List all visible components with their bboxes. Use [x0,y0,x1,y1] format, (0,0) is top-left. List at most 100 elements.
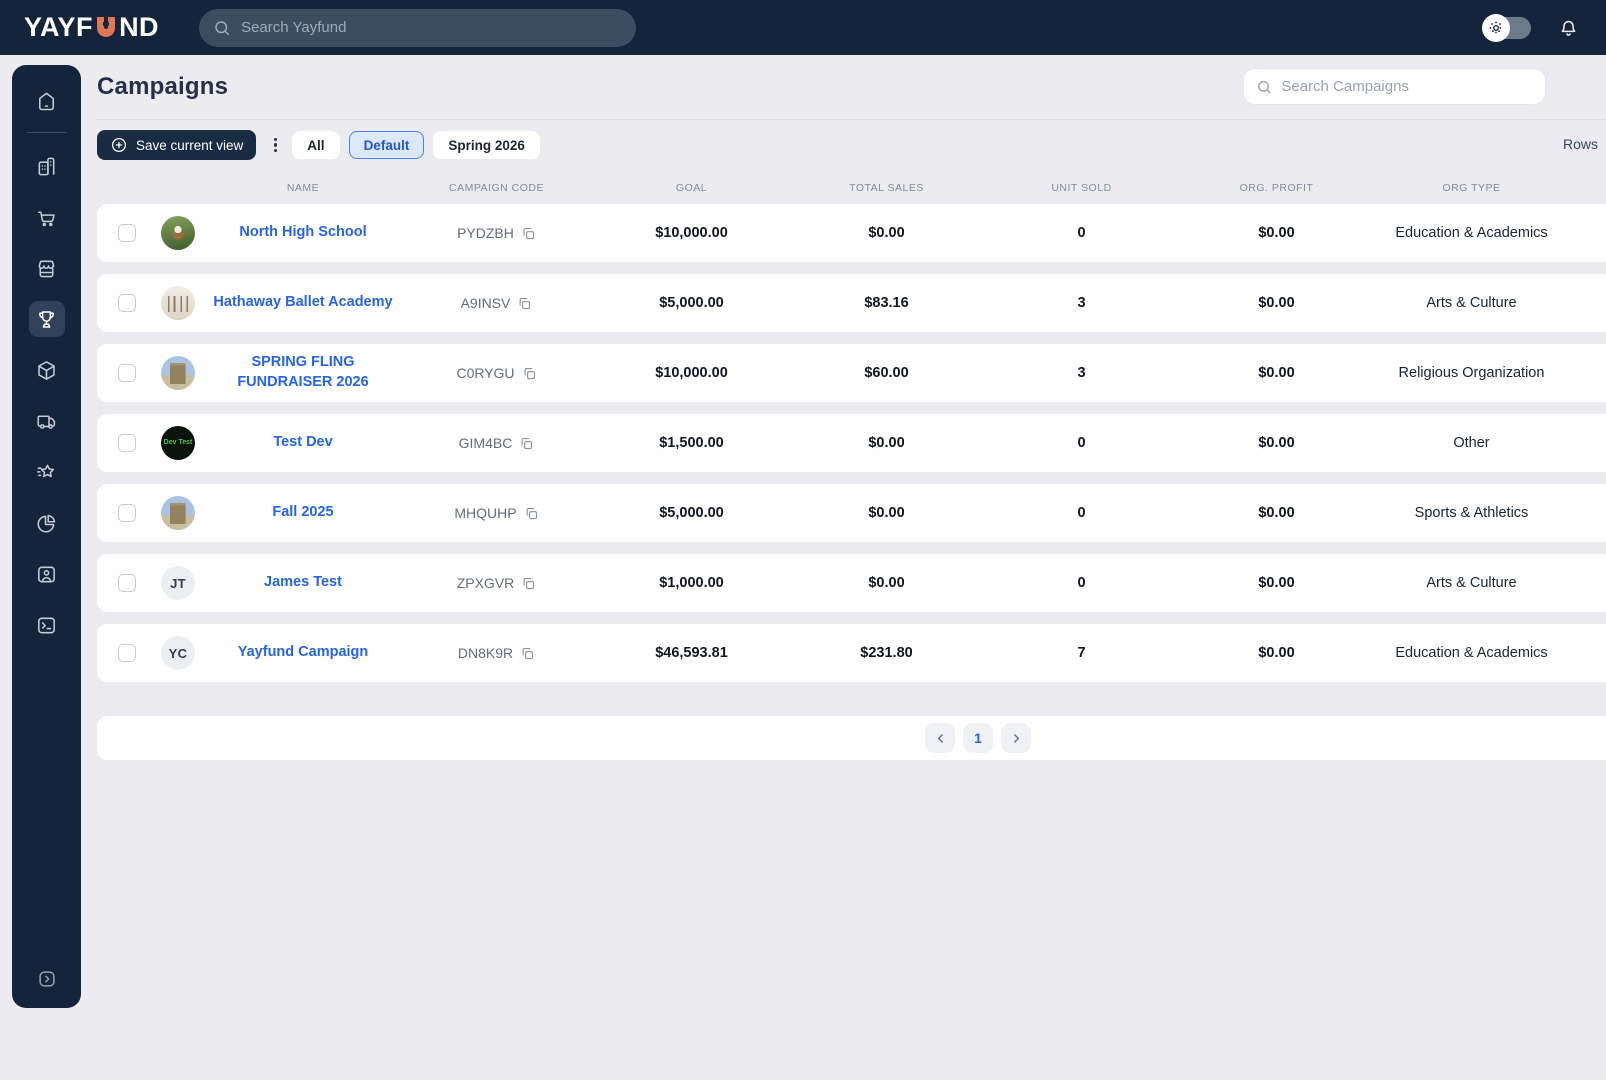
copy-code-icon[interactable] [521,576,536,591]
chevron-left-icon [937,733,943,743]
toolbar: Save current view All Default Spring 2026 … [97,130,1606,160]
more-options-icon[interactable] [266,137,284,153]
save-view-label: Save current view [136,137,244,153]
campaign-name-link[interactable]: Yayfund Campaign [238,643,369,663]
theme-knob [1482,13,1510,42]
view-tab-default[interactable]: Default [348,131,425,159]
campaign-search-input[interactable] [1281,78,1533,95]
column-header: NAME [286,182,320,194]
unit-sold-value: 3 [1077,365,1086,381]
theme-toggle[interactable] [1482,13,1531,42]
campaign-name-link[interactable]: James Test [264,573,342,593]
unit-sold-value: 0 [1077,575,1086,591]
sidebar-item-contact-card-icon[interactable] [29,556,65,592]
total-sales-value: $0.00 [868,575,905,591]
campaign-avatar-photo-dog [161,216,195,250]
sidebar-collapse-chevron-right-square[interactable] [32,964,62,994]
goal-value: $10,000.00 [655,365,728,381]
pagination-next-button[interactable] [1001,723,1031,753]
navbar-right-group [1482,13,1606,43]
campaign-name-link[interactable]: North High School [239,223,366,243]
global-search [199,8,637,47]
logo-text-pre: YAYF [24,12,94,42]
chevron-right-icon [1013,733,1019,743]
sidebar-item-pie-chart-icon[interactable] [29,505,65,541]
column-header: CAMPAIGN CODE [449,182,544,194]
sidebar-item-terminal-icon[interactable] [29,607,65,643]
table-row: JT James Test ZPXGVR $1,000.00 $0.00 0 $… [97,554,1606,612]
notifications-bell-icon[interactable] [1557,16,1580,39]
goal-value: $1,000.00 [659,575,724,591]
org-type-value: Religious Organization [1398,365,1545,381]
rows-label: Rows [1562,136,1598,152]
sidebar-item-cube-icon[interactable] [29,352,65,388]
row-checkbox[interactable] [118,504,136,522]
campaign-code: A9INSV [460,295,511,311]
pagination-prev-button[interactable] [925,723,955,753]
copy-code-icon[interactable] [517,296,532,311]
view-tab-all[interactable]: All [292,131,340,159]
table-row: Hathaway Ballet Academy A9INSV $5,000.00… [97,274,1606,332]
sidebar-item-home-icon[interactable] [29,83,65,119]
save-view-button[interactable]: Save current view [97,130,257,160]
sidebar-item-buildings-icon[interactable] [29,148,65,184]
view-tabs: All Default Spring 2026 [292,131,549,159]
sidebar-item-trophy-icon[interactable] [28,301,65,337]
yayfund-logo[interactable]: YAYF ND [24,12,159,43]
campaigns-page: Campaigns Save current view All Default Sp… [97,55,1606,760]
row-checkbox[interactable] [118,434,136,452]
copy-code-icon[interactable] [524,506,539,521]
sidebar-item-shopping-cart-icon[interactable] [29,199,65,235]
sidebar-item-delivery-truck-icon[interactable] [29,403,65,439]
campaign-code: PYDZBH [457,225,514,241]
campaign-code: MHQUHP [454,505,517,521]
total-sales-value: $0.00 [868,225,905,241]
view-tab-spring-2026[interactable]: Spring 2026 [433,131,540,159]
sidebar [12,65,81,1008]
goal-value: $1,500.00 [659,435,724,451]
column-header: GOAL [675,182,708,194]
global-search-input[interactable] [241,19,623,36]
org-profit-value: $0.00 [1258,505,1295,521]
org-type-value: Arts & Culture [1426,575,1517,591]
org-profit-value: $0.00 [1258,225,1295,241]
search-icon [215,20,230,35]
total-sales-value: $0.00 [868,505,905,521]
goal-value: $5,000.00 [659,295,724,311]
campaign-code: C0RYGU [456,365,515,381]
campaign-code: GIM4BC [458,435,513,451]
campaign-name-link[interactable]: Hathaway Ballet Academy [213,293,392,313]
table-row: YC Yayfund Campaign DN8K9R $46,593.81 $2… [97,624,1606,682]
copy-code-icon[interactable] [522,366,537,381]
unit-sold-value: 0 [1077,435,1086,451]
plus-circle-icon [111,137,127,153]
row-checkbox[interactable] [118,574,136,592]
copy-code-icon[interactable] [519,436,534,451]
pagination-page-1[interactable]: 1 [963,723,993,753]
unit-sold-value: 0 [1077,505,1086,521]
campaign-avatar-photo-ballet [161,286,195,320]
campaign-avatar-initials: JT [161,566,195,600]
row-checkbox[interactable] [118,644,136,662]
sidebar-divider [26,132,67,133]
table-footer: 1 [97,716,1606,760]
orange-u-magnet-icon [97,16,116,37]
unit-sold-value: 0 [1077,225,1086,241]
total-sales-value: $231.80 [860,645,913,661]
row-checkbox[interactable] [118,224,136,242]
row-checkbox[interactable] [118,294,136,312]
table-row: Fall 2025 MHQUHP $5,000.00 $0.00 0 $0.00… [97,484,1606,542]
copy-code-icon[interactable] [520,646,535,661]
campaign-name-link[interactable]: Test Dev [273,433,332,453]
sidebar-item-shooting-star-icon[interactable] [29,454,65,490]
table-row: North High School PYDZBH $10,000.00 $0.0… [97,204,1606,262]
campaign-avatar-photo-cathedral [161,496,195,530]
goal-value: $10,000.00 [655,225,728,241]
campaign-name-link[interactable]: SPRING FLING FUNDRAISER 2026 [210,353,396,392]
row-checkbox[interactable] [118,364,136,382]
table-row: Dev Test Test Dev GIM4BC $1,500.00 $0.00… [97,414,1606,472]
org-type-value: Arts & Culture [1426,295,1517,311]
copy-code-icon[interactable] [521,226,536,241]
sidebar-item-storefront-icon[interactable] [29,250,65,286]
campaign-name-link[interactable]: Fall 2025 [272,503,333,523]
